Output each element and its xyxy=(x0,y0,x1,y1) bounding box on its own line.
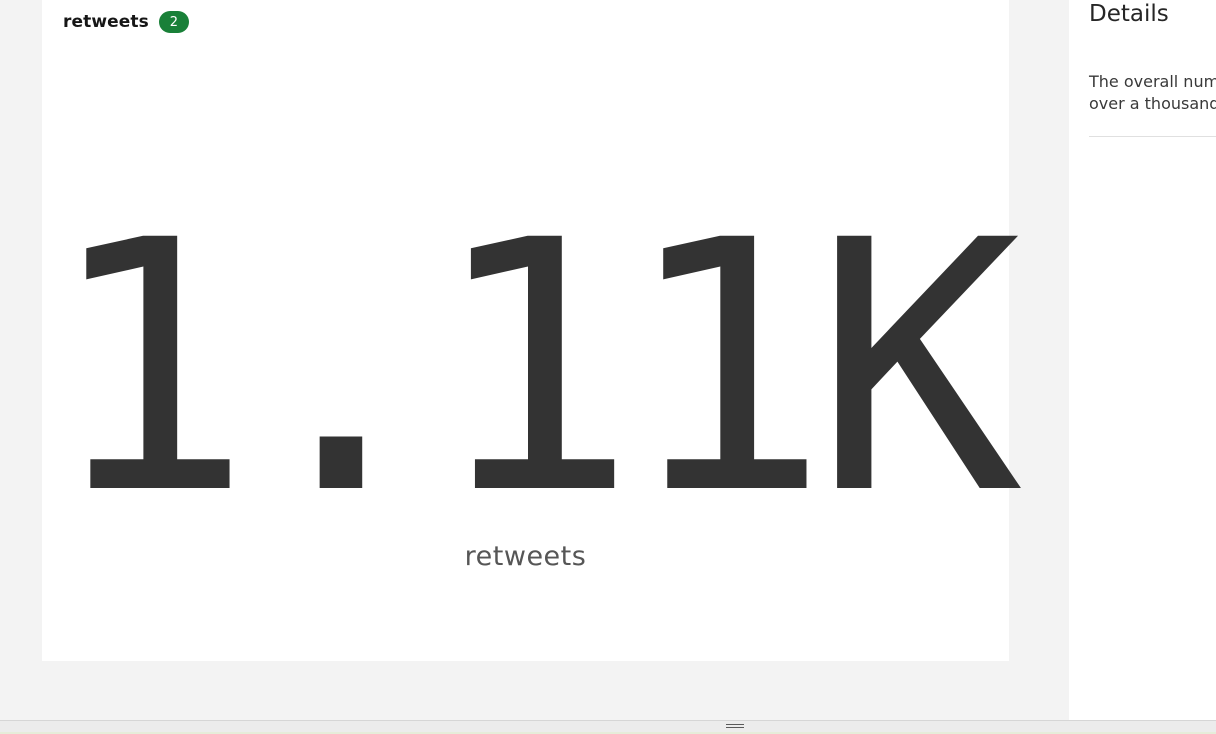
details-description: The overall num over a thousand xyxy=(1089,71,1216,115)
kpi-value: 1.11K xyxy=(44,167,1023,570)
details-divider xyxy=(1089,136,1216,137)
resize-handle-icon[interactable] xyxy=(726,724,744,729)
details-description-line: over a thousand xyxy=(1089,94,1216,113)
dashboard-canvas: retweets 2 1.11K retweets Details The ov… xyxy=(0,0,1216,734)
kpi-label: retweets xyxy=(464,541,587,572)
card-header: retweets 2 xyxy=(63,10,189,34)
bottom-panel-bar xyxy=(0,720,1216,734)
details-panel: Details The overall num over a thousand xyxy=(1069,0,1216,720)
details-description-line: The overall num xyxy=(1089,72,1216,91)
count-badge: 2 xyxy=(158,11,189,33)
card-title: retweets xyxy=(63,12,149,32)
kpi-card[interactable]: retweets 2 1.11K retweets xyxy=(42,0,1023,661)
details-title: Details xyxy=(1089,1,1169,27)
